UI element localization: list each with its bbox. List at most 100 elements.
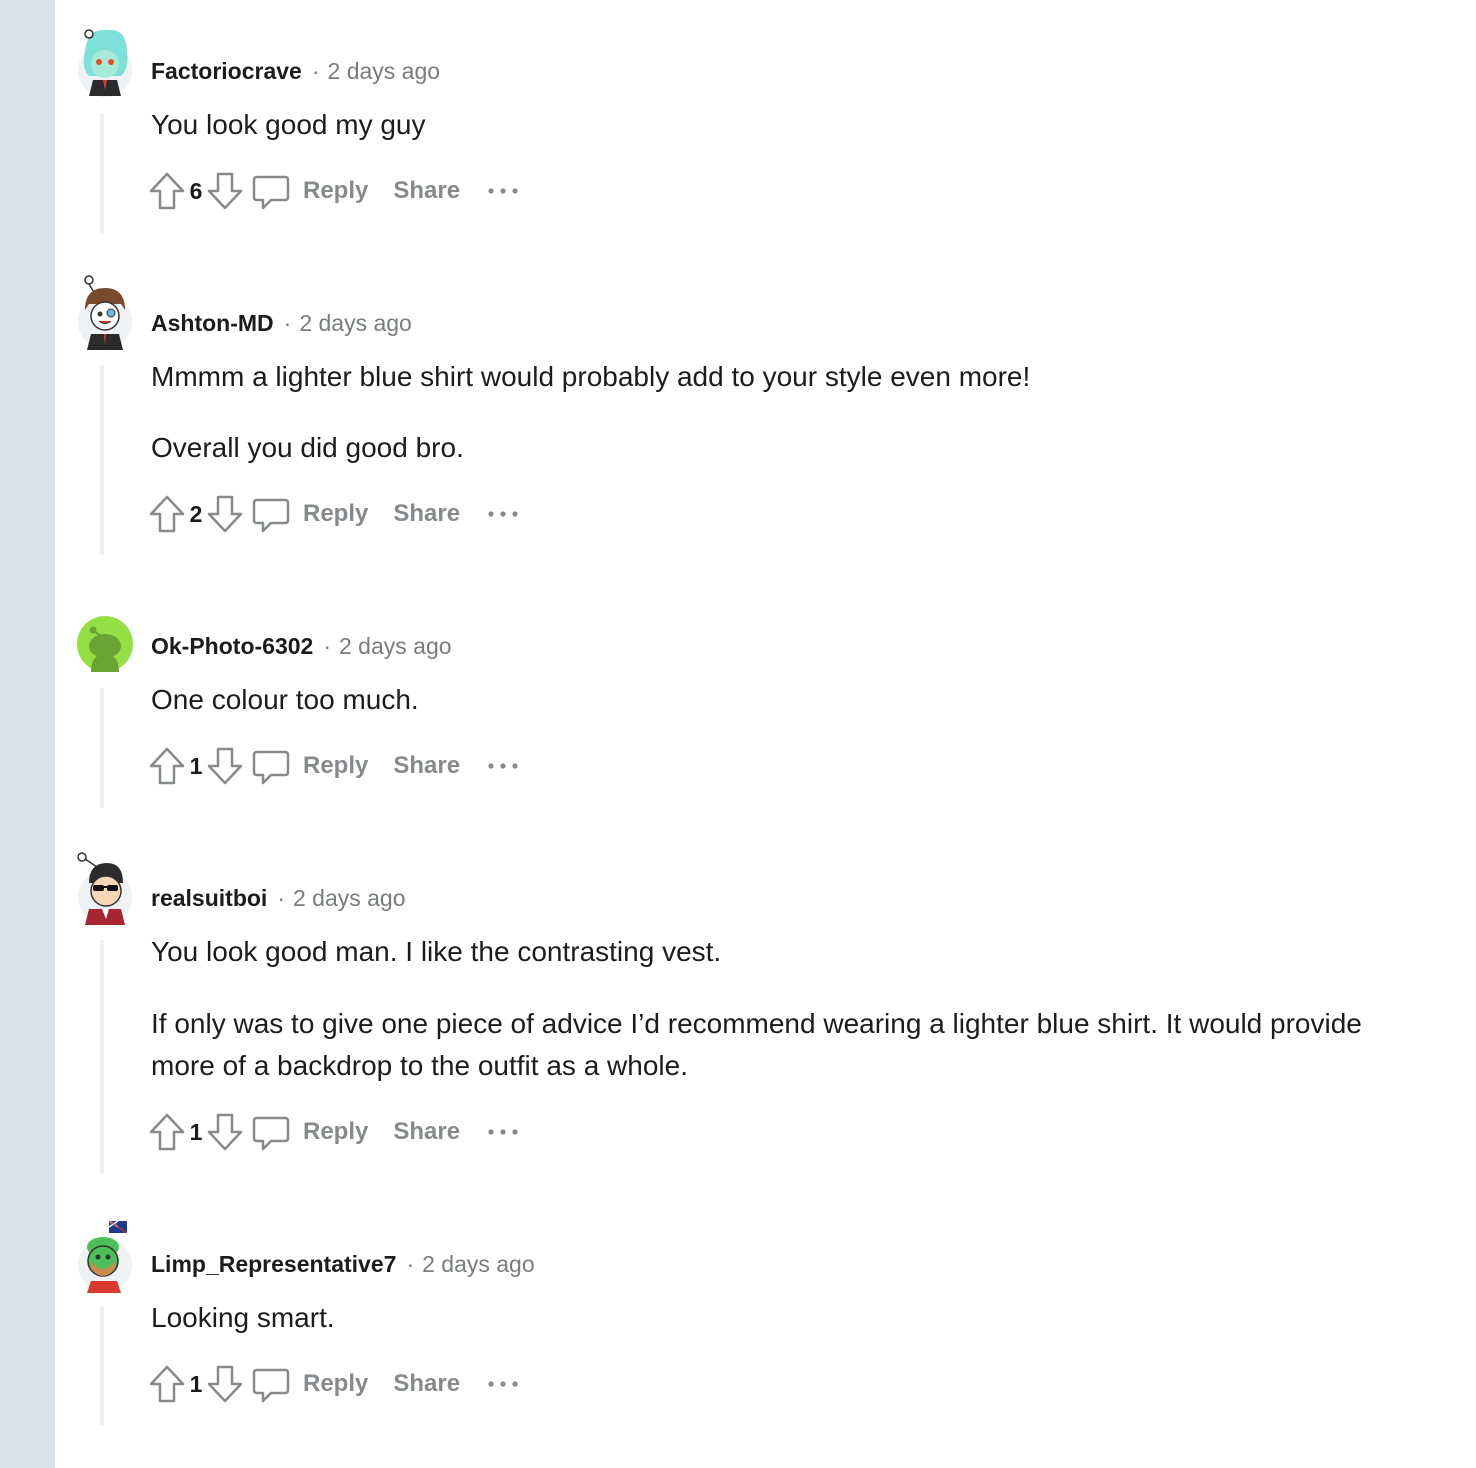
realsuitboi-avatar-icon[interactable] xyxy=(77,849,133,925)
comment-paragraph: Overall you did good bro. xyxy=(151,432,464,463)
comment-actions: 2 Reply Share xyxy=(147,492,520,536)
timestamp-link[interactable]: 2 days ago xyxy=(299,310,412,337)
upvote-arrow-icon xyxy=(149,1365,185,1403)
comment-meta: realsuitboi · 2 days ago xyxy=(151,883,406,913)
upvote-arrow-icon xyxy=(149,1113,185,1151)
share-button[interactable]: Share xyxy=(393,752,460,780)
factoriocrave-avatar-icon[interactable] xyxy=(77,22,133,98)
more-dots-icon xyxy=(488,1129,518,1135)
vote-score: 2 xyxy=(189,500,203,527)
more-options-button[interactable] xyxy=(486,1369,520,1399)
thread-line[interactable] xyxy=(100,113,104,233)
timestamp-link[interactable]: 2 days ago xyxy=(339,633,452,660)
downvote-button[interactable] xyxy=(205,492,245,536)
comment-actions: 1 Reply Share xyxy=(147,1362,520,1406)
comment-meta: Limp_Representative7 · 2 days ago xyxy=(151,1249,535,1279)
downvote-button[interactable] xyxy=(205,169,245,213)
comment-body: You look good my guy xyxy=(151,104,1371,146)
comment-paragraph: Mmmm a lighter blue shirt would probably… xyxy=(151,361,1031,392)
default-snoo-avatar-icon[interactable] xyxy=(77,616,133,672)
downvote-button[interactable] xyxy=(205,1362,245,1406)
share-button[interactable]: Share xyxy=(393,500,460,528)
reply-button[interactable]: Reply xyxy=(251,494,368,534)
reply-button[interactable]: Reply xyxy=(251,746,368,786)
separator: · xyxy=(311,57,320,84)
upvote-button[interactable] xyxy=(147,1362,187,1406)
comment-paragraph: You look good man. I like the contrastin… xyxy=(151,936,722,967)
ashton-md-avatar-icon[interactable] xyxy=(77,274,133,350)
comment-paragraph: If only was to give one piece of advice … xyxy=(151,1008,1362,1081)
comment-bubble-icon xyxy=(252,1368,290,1403)
comment-actions: 1 Reply Share xyxy=(147,1110,520,1154)
comment-meta: Factoriocrave · 2 days ago xyxy=(151,56,440,86)
downvote-arrow-icon xyxy=(207,172,243,210)
reply-label: Reply xyxy=(303,177,369,204)
timestamp-link[interactable]: 2 days ago xyxy=(422,1251,535,1278)
comment: Factoriocrave · 2 days ago You look good… xyxy=(55,0,1476,240)
reply-button[interactable]: Reply xyxy=(251,171,368,211)
comment-body: One colour too much. xyxy=(151,679,1371,721)
downvote-arrow-icon xyxy=(207,495,243,533)
downvote-button[interactable] xyxy=(205,744,245,788)
more-dots-icon xyxy=(488,188,518,194)
timestamp-link[interactable]: 2 days ago xyxy=(293,885,406,912)
author-link[interactable]: Ok-Photo-6302 xyxy=(151,633,313,660)
upvote-button[interactable] xyxy=(147,492,187,536)
vote-score: 1 xyxy=(189,752,203,779)
separator: · xyxy=(277,884,285,911)
comment-paragraph: Looking smart. xyxy=(151,1302,335,1333)
author-link[interactable]: Ashton-MD xyxy=(151,310,274,337)
author-link[interactable]: realsuitboi xyxy=(151,885,267,912)
timestamp-link[interactable]: 2 days ago xyxy=(328,58,441,85)
more-options-button[interactable] xyxy=(486,176,520,206)
upvote-button[interactable] xyxy=(147,744,187,788)
comment-actions: 1 Reply Share xyxy=(147,744,520,788)
more-options-button[interactable] xyxy=(486,751,520,781)
thread-line[interactable] xyxy=(100,688,104,808)
more-dots-icon xyxy=(488,1381,518,1387)
reply-label: Reply xyxy=(303,1118,369,1145)
share-button[interactable]: Share xyxy=(393,177,460,205)
more-options-button[interactable] xyxy=(486,499,520,529)
comment: realsuitboi · 2 days ago You look good m… xyxy=(55,827,1476,1187)
comment-bubble-icon xyxy=(252,175,290,210)
vote-score: 1 xyxy=(189,1370,203,1397)
thread-line[interactable] xyxy=(100,365,104,555)
share-button[interactable]: Share xyxy=(393,1370,460,1398)
comment-meta: Ok-Photo-6302 · 2 days ago xyxy=(151,631,452,661)
comment-meta: Ashton-MD · 2 days ago xyxy=(151,308,412,338)
comment-paragraph: One colour too much. xyxy=(151,684,419,715)
reply-label: Reply xyxy=(303,500,369,527)
limp-representative7-avatar-icon[interactable] xyxy=(77,1217,133,1293)
share-button[interactable]: Share xyxy=(393,1118,460,1146)
upvote-button[interactable] xyxy=(147,169,187,213)
separator: · xyxy=(323,632,331,659)
comment-actions: 6 Reply Share xyxy=(147,169,520,213)
reply-button[interactable]: Reply xyxy=(251,1364,368,1404)
vote-score: 6 xyxy=(189,177,203,204)
downvote-arrow-icon xyxy=(207,747,243,785)
comment-bubble-icon xyxy=(252,1116,290,1151)
downvote-arrow-icon xyxy=(207,1365,243,1403)
downvote-arrow-icon xyxy=(207,1113,243,1151)
comment-bubble-icon xyxy=(252,750,290,785)
comment: Limp_Representative7 · 2 days ago Lookin… xyxy=(55,1193,1476,1463)
separator: · xyxy=(283,309,292,336)
comment-paragraph: You look good my guy xyxy=(151,109,426,140)
author-link[interactable]: Limp_Representative7 xyxy=(151,1251,396,1278)
author-link[interactable]: Factoriocrave xyxy=(151,58,302,85)
thread-line[interactable] xyxy=(100,940,104,1174)
reply-button[interactable]: Reply xyxy=(251,1112,368,1152)
separator: · xyxy=(406,1250,415,1277)
comment-body: You look good man. I like the contrastin… xyxy=(151,931,1371,1087)
thread-line[interactable] xyxy=(100,1306,104,1426)
comment: Ashton-MD · 2 days ago Mmmm a lighter bl… xyxy=(55,252,1476,572)
more-dots-icon xyxy=(488,511,518,517)
downvote-button[interactable] xyxy=(205,1110,245,1154)
upvote-arrow-icon xyxy=(149,747,185,785)
more-options-button[interactable] xyxy=(486,1117,520,1147)
comment-bubble-icon xyxy=(252,498,290,533)
comment-body: Looking smart. xyxy=(151,1297,1371,1339)
reply-label: Reply xyxy=(303,752,369,779)
upvote-button[interactable] xyxy=(147,1110,187,1154)
